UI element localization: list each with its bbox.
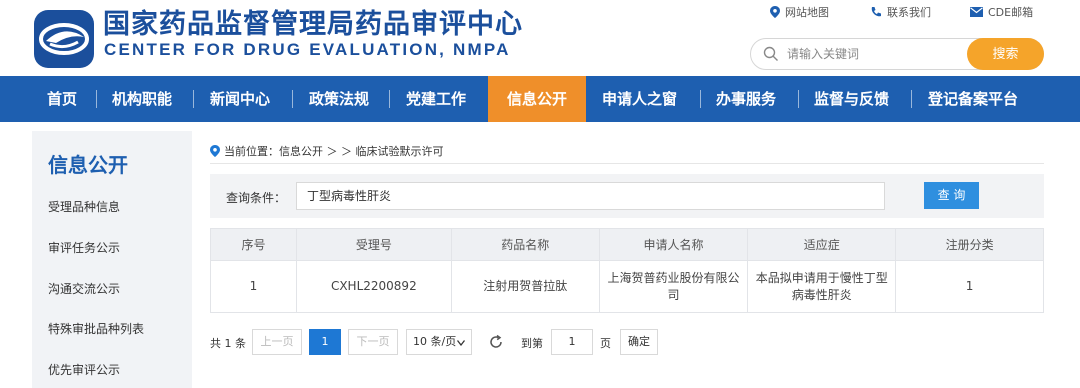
nav-party-building[interactable]: 党建工作	[406, 76, 466, 122]
contact-label: 联系我们	[887, 6, 931, 19]
cde-mail-link[interactable]: CDE邮箱	[970, 4, 1033, 20]
breadcrumb-path[interactable]: 信息公开 ＞ ＞ 临床试验默示许可	[279, 143, 444, 159]
query-input[interactable]: 丁型病毒性肝炎	[296, 182, 885, 210]
site-search-button[interactable]: 搜索	[967, 38, 1044, 70]
site-header: 国家药品监督管理局药品审评中心 CENTER FOR DRUG EVALUATI…	[0, 0, 1080, 76]
sidebar-item-priority-review[interactable]: 优先审评公示	[48, 361, 120, 378]
col-header-applicant: 申请人名称	[598, 228, 749, 261]
breadcrumb-divider	[210, 163, 1044, 164]
nav-functions[interactable]: 机构职能	[112, 76, 172, 122]
site-title-en: CENTER FOR DRUG EVALUATION, NMPA	[104, 40, 511, 59]
mail-icon	[970, 7, 983, 17]
nav-news[interactable]: 新闻中心	[210, 76, 270, 122]
table-row[interactable]: 1 CXHL2200892 注射用贺普拉肽 上海贺普药业股份有限公司 本品拟申请…	[210, 260, 1044, 313]
phone-icon	[871, 7, 881, 17]
cell-index: 1	[210, 260, 297, 313]
col-header-registration-class: 注册分类	[895, 228, 1044, 261]
top-links: 网站地图 联系我们 CDE邮箱	[0, 4, 1080, 24]
nav-divider	[292, 90, 293, 108]
sidebar-item-accepted-varieties[interactable]: 受理品种信息	[48, 198, 120, 215]
chevron-down-icon	[457, 340, 465, 346]
nav-divider	[700, 90, 701, 108]
query-label: 查询条件：	[226, 191, 287, 205]
refresh-icon[interactable]	[488, 334, 504, 350]
nav-divider	[389, 90, 390, 108]
goto-label: 到第	[521, 337, 543, 350]
next-page-button[interactable]: 下一页	[348, 329, 398, 355]
nav-supervision-feedback[interactable]: 监督与反馈	[814, 76, 889, 122]
sitemap-link[interactable]: 网站地图	[770, 4, 829, 20]
nav-divider	[96, 90, 97, 108]
col-header-index: 序号	[210, 228, 297, 261]
cell-applicant: 上海贺普药业股份有限公司	[598, 260, 749, 313]
sidebar-item-communication[interactable]: 沟通交流公示	[48, 280, 120, 297]
sidebar-item-review-tasks[interactable]: 审评任务公示	[48, 239, 120, 256]
nav-policy[interactable]: 政策法规	[309, 76, 369, 122]
page-1-button[interactable]: 1	[309, 329, 341, 355]
cell-registration-class: 1	[895, 260, 1044, 313]
cell-indication: 本品拟申请用于慢性丁型病毒性肝炎	[747, 260, 897, 313]
location-pin-icon	[770, 6, 780, 18]
page-size-value: 10 条/页	[413, 335, 457, 348]
main-nav: 首页 机构职能 新闻中心 政策法规 党建工作 信息公开 申请人之窗 办事服务 监…	[0, 76, 1080, 122]
query-button[interactable]: 查 询	[924, 182, 979, 209]
goto-page-input[interactable]: 1	[551, 329, 593, 355]
location-pin-icon	[210, 145, 220, 157]
prev-page-button[interactable]: 上一页	[252, 329, 302, 355]
nav-home[interactable]: 首页	[47, 76, 77, 122]
sitemap-label: 网站地图	[785, 6, 829, 19]
nav-divider	[911, 90, 912, 108]
sidebar: 信息公开 受理品种信息 审评任务公示 沟通交流公示 特殊审批品种列表 优先审评公…	[32, 131, 192, 388]
total-count: 共 1 条	[210, 337, 246, 350]
cell-drug-name: 注射用贺普拉肽	[450, 260, 600, 313]
pagination: 共 1 条 上一页 1 下一页 10 条/页 到第 1 页 确定	[210, 329, 1044, 355]
search-icon	[763, 46, 778, 61]
page-size-select[interactable]: 10 条/页	[406, 329, 472, 355]
breadcrumb: 当前位置： 信息公开 ＞ ＞ 临床试验默示许可	[210, 143, 444, 159]
page-unit-label: 页	[600, 337, 611, 350]
nav-info-disclosure[interactable]: 信息公开	[488, 76, 586, 122]
query-bar: 查询条件： 丁型病毒性肝炎 查 询	[210, 174, 1044, 218]
col-header-drug-name: 药品名称	[450, 228, 600, 261]
nav-registration-platform[interactable]: 登记备案平台	[928, 76, 1018, 122]
cell-acceptance-no: CXHL2200892	[295, 260, 452, 313]
col-header-indication: 适应症	[747, 228, 897, 261]
nav-services[interactable]: 办事服务	[716, 76, 776, 122]
results-table: 序号 受理号 药品名称 申请人名称 适应症 注册分类 1 CXHL2200892…	[210, 228, 1044, 313]
nav-divider	[193, 90, 194, 108]
breadcrumb-prefix: 当前位置：	[224, 145, 279, 158]
nav-divider	[798, 90, 799, 108]
site-search-input[interactable]	[787, 45, 967, 63]
sidebar-item-special-approval[interactable]: 特殊审批品种列表	[48, 320, 144, 337]
sidebar-title: 信息公开	[48, 153, 128, 177]
cde-mail-label: CDE邮箱	[988, 6, 1034, 19]
col-header-acceptance-no: 受理号	[295, 228, 452, 261]
goto-confirm-button[interactable]: 确定	[620, 329, 658, 355]
contact-link[interactable]: 联系我们	[870, 4, 931, 20]
table-header-row: 序号 受理号 药品名称 申请人名称 适应症 注册分类	[210, 228, 1044, 261]
nav-applicant-window[interactable]: 申请人之窗	[602, 76, 677, 122]
